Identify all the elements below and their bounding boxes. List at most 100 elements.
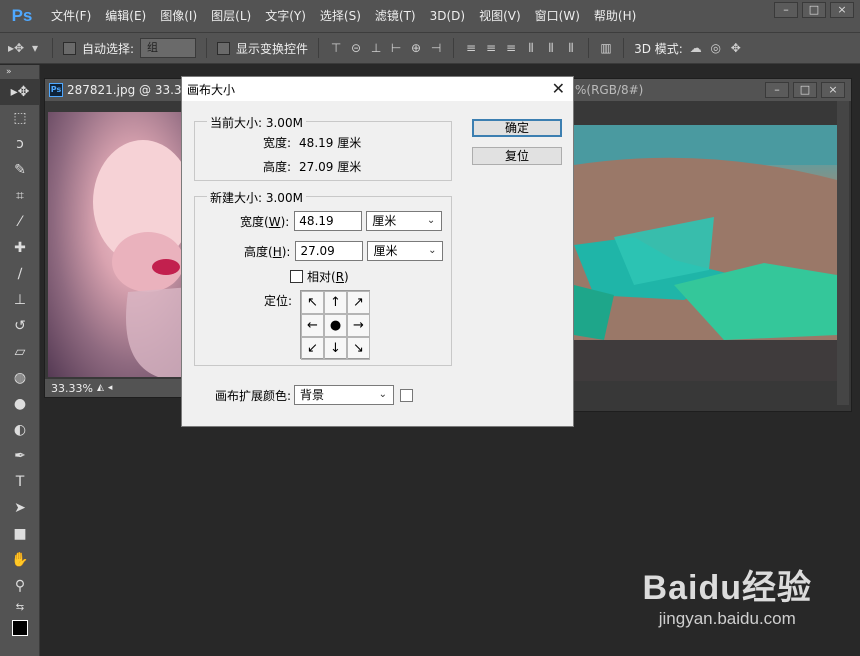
doc-close-button[interactable]: ×	[821, 82, 845, 98]
history-brush-tool-icon[interactable]: ↺	[0, 313, 40, 339]
extension-color-dropdown[interactable]: 背景 ⌄	[294, 385, 395, 405]
collapse-icon[interactable]: »	[0, 65, 40, 79]
menu-type[interactable]: 文字(Y)	[258, 0, 313, 32]
relative-row[interactable]: 相对(R)	[290, 268, 349, 285]
canvas-size-dialog: 画布大小 ✕ 当前大小: 3.00M 宽度: 48.19 厘米 高度: 27.0…	[181, 76, 574, 427]
auto-align-icon[interactable]: ▥	[599, 41, 613, 55]
vertical-scrollbar[interactable]	[837, 101, 849, 405]
current-height-value: 27.09 厘米	[299, 160, 362, 174]
doc-maximize-button[interactable]: □	[793, 82, 817, 98]
height-input[interactable]: 27.09	[295, 241, 364, 261]
3d-mode-label: 3D 模式:	[634, 41, 683, 56]
brush-tool-icon[interactable]: ∕	[0, 261, 40, 287]
anchor-right[interactable]: →	[347, 314, 370, 337]
hand-tool-icon[interactable]: ✋	[0, 547, 40, 573]
status-arrow-icon[interactable]: ◭	[97, 383, 104, 393]
marquee-tool-icon[interactable]: ⬚	[0, 105, 40, 131]
chevron-down-icon[interactable]: ▾	[28, 41, 42, 55]
dodge-tool-icon[interactable]: ◐	[0, 417, 40, 443]
anchor-grid: ↖ ↑ ↗ ← ● → ↙ ↓ ↘	[300, 290, 370, 360]
healing-brush-tool-icon[interactable]: ✚	[0, 235, 40, 261]
relative-checkbox[interactable]	[290, 270, 303, 283]
image-content-2	[574, 125, 837, 381]
baidu-logo: Baidu经验	[642, 569, 812, 607]
align-hcenter-icon[interactable]: ⊕	[409, 41, 423, 55]
align-left-icon[interactable]: ⊢	[389, 41, 403, 55]
menu-select[interactable]: 选择(S)	[313, 0, 368, 32]
current-height-label: 高度:	[263, 160, 292, 174]
current-height-row: 高度: 27.09 厘米	[263, 158, 361, 175]
align-top-icon[interactable]: ⊤	[329, 41, 343, 55]
distribute-left-icon[interactable]: ⫴	[524, 41, 538, 55]
ok-button[interactable]: 确定	[472, 119, 562, 137]
distribute-bottom-icon[interactable]: ≡	[504, 41, 518, 55]
color-swatches-icon[interactable]	[0, 615, 40, 641]
width-input[interactable]: 48.19	[294, 211, 363, 231]
height-unit-dropdown[interactable]: 厘米 ⌄	[367, 241, 444, 261]
move-tool-icon[interactable]: ▸✥	[0, 79, 40, 105]
menu-edit[interactable]: 编辑(E)	[98, 0, 153, 32]
show-transform-checkbox[interactable]	[217, 41, 231, 55]
eraser-tool-icon[interactable]: ▱	[0, 339, 40, 365]
divider	[588, 38, 590, 58]
zoom-tool-icon[interactable]: ⚲	[0, 573, 40, 599]
rectangle-tool-icon[interactable]: ■	[0, 521, 40, 547]
distribute-right-icon[interactable]: ⫴	[564, 41, 578, 55]
type-tool-icon[interactable]: T	[0, 469, 40, 495]
scroll-left-icon[interactable]: ◂	[108, 383, 113, 393]
clone-stamp-tool-icon[interactable]: ⊥	[0, 287, 40, 313]
menu-3d[interactable]: 3D(D)	[423, 0, 472, 32]
anchor-top-left[interactable]: ↖	[301, 291, 324, 314]
width-label: 宽度(W):	[240, 214, 290, 229]
anchor-top-right[interactable]: ↗	[347, 291, 370, 314]
menu-image[interactable]: 图像(I)	[153, 0, 204, 32]
3d-roll-icon[interactable]: ◎	[709, 41, 723, 55]
swap-colors-icon[interactable]: ⇆	[0, 599, 40, 615]
distribute-top-icon[interactable]: ≡	[464, 41, 478, 55]
close-window-button[interactable]: ×	[830, 2, 854, 18]
auto-select-dropdown[interactable]: 组	[140, 38, 197, 58]
document-tab[interactable]: Ps 287821.jpg @ 33.3%	[45, 79, 193, 101]
menu-window[interactable]: 窗口(W)	[528, 0, 587, 32]
menu-help[interactable]: 帮助(H)	[587, 0, 643, 32]
blur-tool-icon[interactable]: ●	[0, 391, 40, 417]
height-label: 高度(H):	[244, 244, 291, 259]
watermark-url: jingyan.baidu.com	[658, 609, 796, 628]
3d-rotate-icon[interactable]: ☁	[689, 41, 703, 55]
width-unit-dropdown[interactable]: 厘米 ⌄	[366, 211, 443, 231]
path-select-tool-icon[interactable]: ➤	[0, 495, 40, 521]
anchor-center[interactable]: ●	[324, 314, 347, 337]
quick-select-tool-icon[interactable]: ✎	[0, 157, 40, 183]
anchor-bottom-left[interactable]: ↙	[301, 337, 324, 360]
eyedropper-tool-icon[interactable]: ⁄	[0, 209, 40, 235]
auto-select-checkbox[interactable]	[63, 41, 76, 55]
paint-bucket-tool-icon[interactable]: ◍	[0, 365, 40, 391]
zoom-level[interactable]: 33.33%	[51, 382, 93, 395]
doc-minimize-button[interactable]: –	[765, 82, 789, 98]
menu-layer[interactable]: 图层(L)	[204, 0, 258, 32]
align-vcenter-icon[interactable]: ⊝	[349, 41, 363, 55]
lasso-tool-icon[interactable]: ↄ	[0, 131, 40, 157]
crop-tool-icon[interactable]: ⌗	[0, 183, 40, 209]
close-icon[interactable]: ✕	[552, 79, 565, 98]
pen-tool-icon[interactable]: ✒	[0, 443, 40, 469]
menu-filter[interactable]: 滤镜(T)	[368, 0, 423, 32]
window-controls: – □ ×	[774, 2, 854, 18]
distribute-hcenter-icon[interactable]: ⫴	[544, 41, 558, 55]
dialog-title: 画布大小	[182, 77, 573, 101]
distribute-vcenter-icon[interactable]: ≡	[484, 41, 498, 55]
menu-file[interactable]: 文件(F)	[44, 0, 98, 32]
anchor-bottom[interactable]: ↓	[324, 337, 347, 360]
extension-color-swatch[interactable]	[400, 388, 414, 402]
move-tool-icon[interactable]: ▸✥	[8, 41, 24, 55]
anchor-top[interactable]: ↑	[324, 291, 347, 314]
anchor-bottom-right[interactable]: ↘	[347, 337, 370, 360]
reset-button[interactable]: 复位	[472, 147, 562, 165]
align-right-icon[interactable]: ⊣	[429, 41, 443, 55]
menu-view[interactable]: 视图(V)	[472, 0, 528, 32]
anchor-left[interactable]: ←	[301, 314, 324, 337]
minimize-button[interactable]: –	[774, 2, 798, 18]
maximize-button[interactable]: □	[802, 2, 826, 18]
3d-pan-icon[interactable]: ✥	[729, 41, 743, 55]
align-bottom-icon[interactable]: ⊥	[369, 41, 383, 55]
